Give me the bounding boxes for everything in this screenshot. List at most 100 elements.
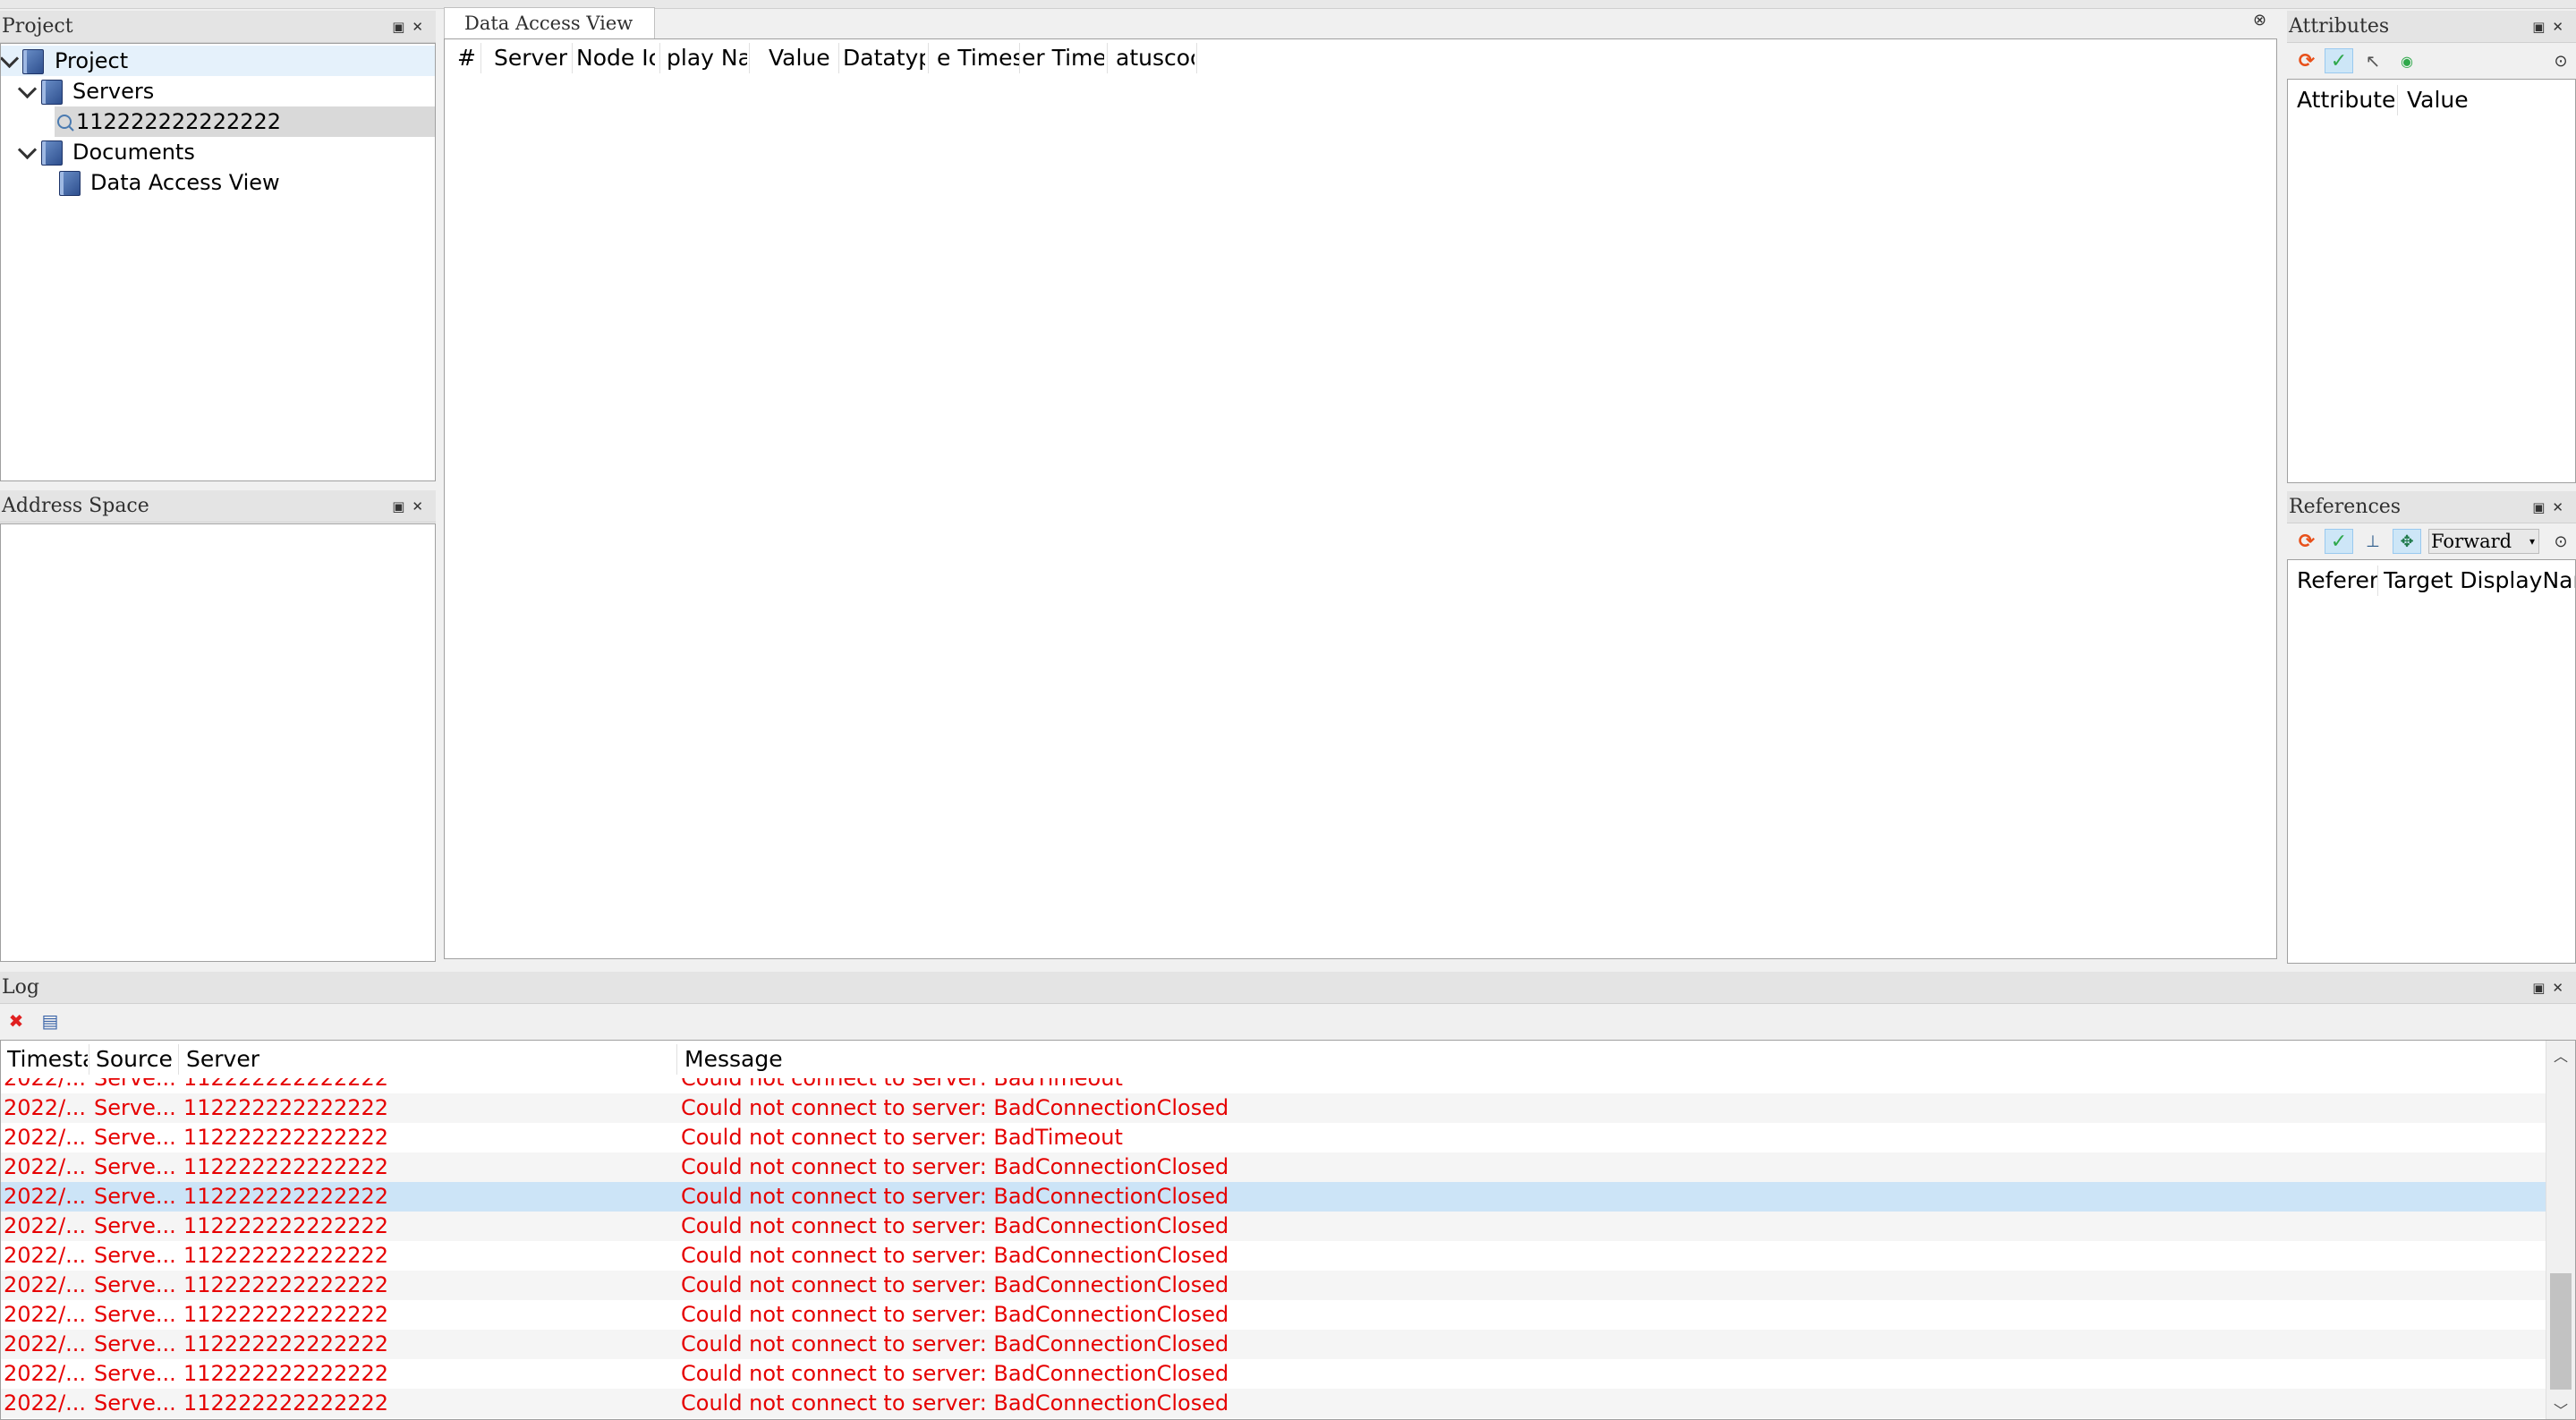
log-cell-msg: Could not connect to server: BadTimeout — [681, 1078, 1123, 1091]
log-grid[interactable]: Timesta Source Server Message 2022/... Se… — [0, 1040, 2576, 1420]
float-icon[interactable]: ▣ — [2532, 980, 2552, 996]
col-divider[interactable] — [676, 1044, 677, 1075]
address-space-view[interactable] — [0, 523, 436, 962]
refresh-button[interactable]: ⟳ — [2292, 529, 2321, 554]
scrollbar-thumb[interactable] — [2550, 1273, 2572, 1390]
log-row[interactable]: 2022/... Serve... 112222222222222 Could not… — [1, 1123, 2546, 1152]
project-tree[interactable]: Project Servers 112222222222222 Document… — [0, 43, 436, 481]
log-col-source[interactable]: Source — [96, 1041, 173, 1078]
tab-close-icon[interactable]: ⊗ — [2253, 11, 2266, 30]
col-divider[interactable] — [178, 1044, 179, 1075]
attributes-grid[interactable]: Attribute Value — [2287, 79, 2576, 483]
dav-col-display-name[interactable]: play Na — [667, 39, 747, 77]
col-divider[interactable] — [659, 43, 660, 73]
log-row[interactable]: 2022/... Serve... 112222222222222 Could not… — [1, 1212, 2546, 1241]
options-button[interactable]: ⊙ — [2546, 48, 2575, 73]
col-divider[interactable] — [1107, 43, 1108, 73]
col-divider[interactable] — [838, 43, 839, 73]
refresh-button[interactable]: ⟳ — [2292, 48, 2321, 73]
log-col-server[interactable]: Server — [186, 1041, 259, 1078]
clear-log-button[interactable]: ✖ — [2, 1008, 30, 1033]
log-row[interactable]: 2022/... Serve... 112222222222222 Could not… — [1, 1330, 2546, 1359]
ref-col-referer[interactable]: Referer — [2297, 562, 2378, 599]
col-divider[interactable] — [572, 43, 573, 73]
save-log-button[interactable]: ▤ — [36, 1008, 64, 1033]
log-row[interactable]: 2022/... Serve... 112222222222222 Could not… — [1, 1078, 2546, 1093]
attributes-panel-title: Attributes ▣✕ — [2287, 11, 2576, 43]
float-icon[interactable]: ▣ — [2532, 19, 2552, 35]
dav-col-node-id[interactable]: Node Ic — [576, 39, 655, 77]
ref-col-target[interactable]: Target DisplayNan — [2384, 562, 2575, 599]
log-col-message[interactable]: Message — [684, 1041, 783, 1078]
scroll-down-icon[interactable]: ﹀ — [2554, 1399, 2568, 1419]
log-col-timestamp[interactable]: Timesta — [7, 1041, 88, 1078]
diamond-icon: ✥ — [2400, 531, 2414, 551]
data-access-grid[interactable]: # Server Node Ic play Na Value Datatype … — [444, 38, 2277, 959]
log-cell-ts: 2022/... — [4, 1154, 87, 1179]
close-icon[interactable]: ✕ — [412, 19, 430, 35]
clear-icon: ✖ — [8, 1010, 24, 1032]
log-cell-server: 112222222222222 — [183, 1302, 389, 1327]
tab-data-access-view[interactable]: Data Access View — [444, 7, 655, 39]
col-divider[interactable] — [480, 43, 481, 73]
hierarchy-button[interactable]: ⊥ — [2359, 529, 2387, 554]
check-button[interactable]: ✓ — [2325, 48, 2353, 73]
log-scrollbar[interactable]: ︿ ﹀ — [2546, 1041, 2575, 1419]
dav-col-datatype[interactable]: Datatype — [843, 39, 925, 77]
attr-col-value[interactable]: Value — [2407, 81, 2469, 119]
check-button[interactable]: ✓ — [2325, 529, 2353, 554]
col-divider[interactable] — [928, 43, 929, 73]
col-divider[interactable] — [1196, 43, 1197, 73]
log-cell-ts: 2022/... — [4, 1213, 87, 1238]
dav-col-server[interactable]: Server — [494, 39, 570, 77]
log-cell-ts: 2022/... — [4, 1095, 87, 1120]
close-icon[interactable]: ✕ — [2552, 19, 2571, 35]
cursor-button[interactable]: ↖ — [2359, 48, 2387, 73]
direction-select[interactable]: Forward ▾ — [2428, 529, 2539, 554]
chevron-down-icon[interactable] — [17, 79, 38, 99]
references-toolbar: ⟳ ✓ ⊥ ✥ Forward ▾ ⊙ — [2287, 526, 2576, 557]
tree-item-documents[interactable]: Documents — [1, 137, 435, 167]
tree-item-project[interactable]: Project — [1, 46, 435, 76]
project-title-label: Project — [2, 15, 73, 38]
tree-item-doc[interactable]: Data Access View — [1, 167, 435, 198]
col-divider[interactable] — [2397, 85, 2398, 115]
log-row[interactable]: 2022/... Serve... 112222222222222 Could not… — [1, 1300, 2546, 1330]
chevron-down-icon[interactable] — [1, 48, 20, 69]
log-cell-msg: Could not connect to server: BadTimeout — [681, 1125, 1123, 1150]
tree-item-server[interactable]: 112222222222222 — [55, 106, 435, 137]
dav-col-index[interactable]: # — [457, 39, 476, 77]
dot-button[interactable]: ◉ — [2393, 48, 2421, 73]
diamond-button[interactable]: ✥ — [2393, 529, 2421, 554]
log-cell-ts: 2022/... — [4, 1184, 87, 1209]
log-cell-src: Serve... — [94, 1302, 176, 1327]
col-divider[interactable] — [749, 43, 750, 73]
close-icon[interactable]: ✕ — [2552, 980, 2571, 996]
log-row[interactable]: 2022/... Serve... 112222222222222 Could not… — [1, 1182, 2546, 1212]
attr-col-attribute[interactable]: Attribute — [2297, 81, 2395, 119]
log-row[interactable]: 2022/... Serve... 112222222222222 Could not… — [1, 1152, 2546, 1182]
options-button[interactable]: ⊙ — [2546, 529, 2575, 554]
dav-col-source-timestamp[interactable]: e Times — [937, 39, 1019, 77]
float-icon[interactable]: ▣ — [392, 498, 412, 514]
col-divider[interactable] — [1019, 43, 1020, 73]
dav-col-server-timestamp[interactable]: er Times — [1022, 39, 1104, 77]
log-row[interactable]: 2022/... Serve... 112222222222222 Could not… — [1, 1241, 2546, 1271]
log-row[interactable]: 2022/... Serve... 112222222222222 Could not… — [1, 1271, 2546, 1300]
chevron-down-icon[interactable] — [17, 140, 38, 160]
log-row[interactable]: 2022/... Serve... 112222222222222 Could not… — [1, 1093, 2546, 1123]
references-grid[interactable]: Referer Target DisplayNan — [2287, 559, 2576, 964]
log-row[interactable]: 2022/... Serve... 112222222222222 Could not… — [1, 1359, 2546, 1389]
log-row[interactable]: 2022/... Serve... 112222222222222 Could not… — [1, 1389, 2546, 1418]
float-icon[interactable]: ▣ — [392, 19, 412, 35]
log-cell-msg: Could not connect to server: BadConnecti… — [681, 1154, 1229, 1179]
tree-label-server: 112222222222222 — [76, 109, 282, 134]
close-icon[interactable]: ✕ — [2552, 499, 2571, 515]
close-icon[interactable]: ✕ — [412, 498, 430, 514]
tree-item-servers[interactable]: Servers — [1, 76, 435, 106]
float-icon[interactable]: ▣ — [2532, 499, 2552, 515]
col-divider[interactable] — [2377, 565, 2378, 596]
dav-col-value[interactable]: Value — [769, 39, 840, 77]
dav-col-statuscode[interactable]: atuscoc — [1116, 39, 1194, 77]
scroll-up-icon[interactable]: ︿ — [2554, 1044, 2568, 1066]
